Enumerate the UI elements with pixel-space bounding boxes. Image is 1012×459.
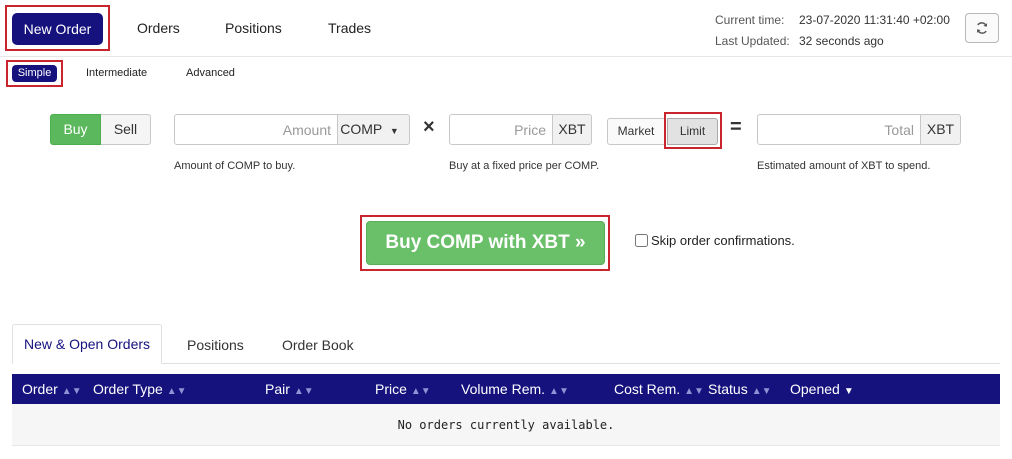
sort-icon: ▲▼ [751,386,772,397]
caret-down-icon: ▼ [389,126,399,136]
col-order-label: Order [22,381,58,397]
buy-toggle-button[interactable]: Buy [50,114,101,145]
tab-order-book[interactable]: Order Book [282,337,354,353]
skip-confirmations[interactable]: Skip order confirmations. [635,233,795,248]
last-updated-label: Last Updated: [715,34,790,48]
skip-confirmations-checkbox[interactable] [635,234,648,247]
col-price[interactable]: Price ▲▼ [375,374,431,404]
col-status[interactable]: Status ▲▼ [708,374,772,404]
price-input[interactable] [449,114,553,145]
time-status: Current time: 23-07-2020 11:31:40 +02:00 … [715,10,950,52]
col-price-label: Price [375,381,407,397]
tab-new-open-orders[interactable]: New & Open Orders [12,324,162,364]
sort-desc-icon: ▼ [843,386,854,397]
empty-orders-message: No orders currently available. [397,418,615,432]
total-input[interactable] [757,114,921,145]
market-order-button[interactable]: Market [607,118,665,145]
orders-table-header: Order ▲▼ Order Type ▲▼ Pair ▲▼ Price ▲▼ Volu… [12,374,1000,404]
equals-icon: = [730,116,742,138]
subtab-intermediate[interactable]: Intermediate [86,67,147,79]
sort-icon: ▲▼ [293,386,314,397]
last-updated-value: 32 seconds ago [799,34,884,48]
col-opened-label: Opened [790,381,840,397]
sort-icon: ▲▼ [410,386,431,397]
nav-trades[interactable]: Trades [328,20,371,36]
amount-input[interactable] [174,114,338,145]
col-pair-label: Pair [265,381,290,397]
nav-positions[interactable]: Positions [225,20,282,36]
col-order[interactable]: Order ▲▼ [22,374,82,404]
col-order-type[interactable]: Order Type ▲▼ [93,374,187,404]
amount-currency-select[interactable]: COMP ▼ [337,114,410,145]
col-volume-rem[interactable]: Volume Rem. ▲▼ [461,374,569,404]
buy-submit-button[interactable]: Buy COMP with XBT » [366,221,605,265]
nav-orders[interactable]: Orders [137,20,180,36]
sort-icon: ▲▼ [61,386,82,397]
current-time-value: 23-07-2020 11:31:40 +02:00 [799,13,950,27]
refresh-icon [976,22,988,34]
sort-icon: ▲▼ [684,386,704,397]
sell-toggle-button[interactable]: Sell [101,114,151,145]
price-currency-label: XBT [552,114,592,145]
col-cost-rem[interactable]: Cost Rem. ▲▼ [614,374,704,404]
price-hint: Buy at a fixed price per COMP. [449,160,600,172]
nav-new-order-button[interactable]: New Order [12,13,103,45]
col-status-label: Status [708,381,748,397]
col-cost-rem-label: Cost Rem. [614,381,681,397]
tab-positions[interactable]: Positions [187,337,244,353]
current-time-label: Current time: [715,13,785,27]
total-currency-label: XBT [920,114,961,145]
col-pair[interactable]: Pair ▲▼ [265,374,314,404]
subtab-simple[interactable]: Simple [12,65,57,82]
amount-hint: Amount of COMP to buy. [174,160,296,172]
refresh-button[interactable] [965,13,999,43]
skip-confirmations-label: Skip order confirmations. [651,233,795,248]
amount-currency-label: COMP [340,121,382,137]
limit-order-button[interactable]: Limit [667,118,718,145]
col-order-type-label: Order Type [93,381,163,397]
col-opened[interactable]: Opened ▼ [790,374,854,404]
sort-icon: ▲▼ [549,386,569,397]
col-volume-rem-label: Volume Rem. [461,381,546,397]
subtab-advanced[interactable]: Advanced [186,67,235,79]
orders-table-body: No orders currently available. [12,404,1000,446]
sort-icon: ▲▼ [166,386,187,397]
multiply-icon: × [423,116,435,138]
total-hint: Estimated amount of XBT to spend. [757,160,931,172]
